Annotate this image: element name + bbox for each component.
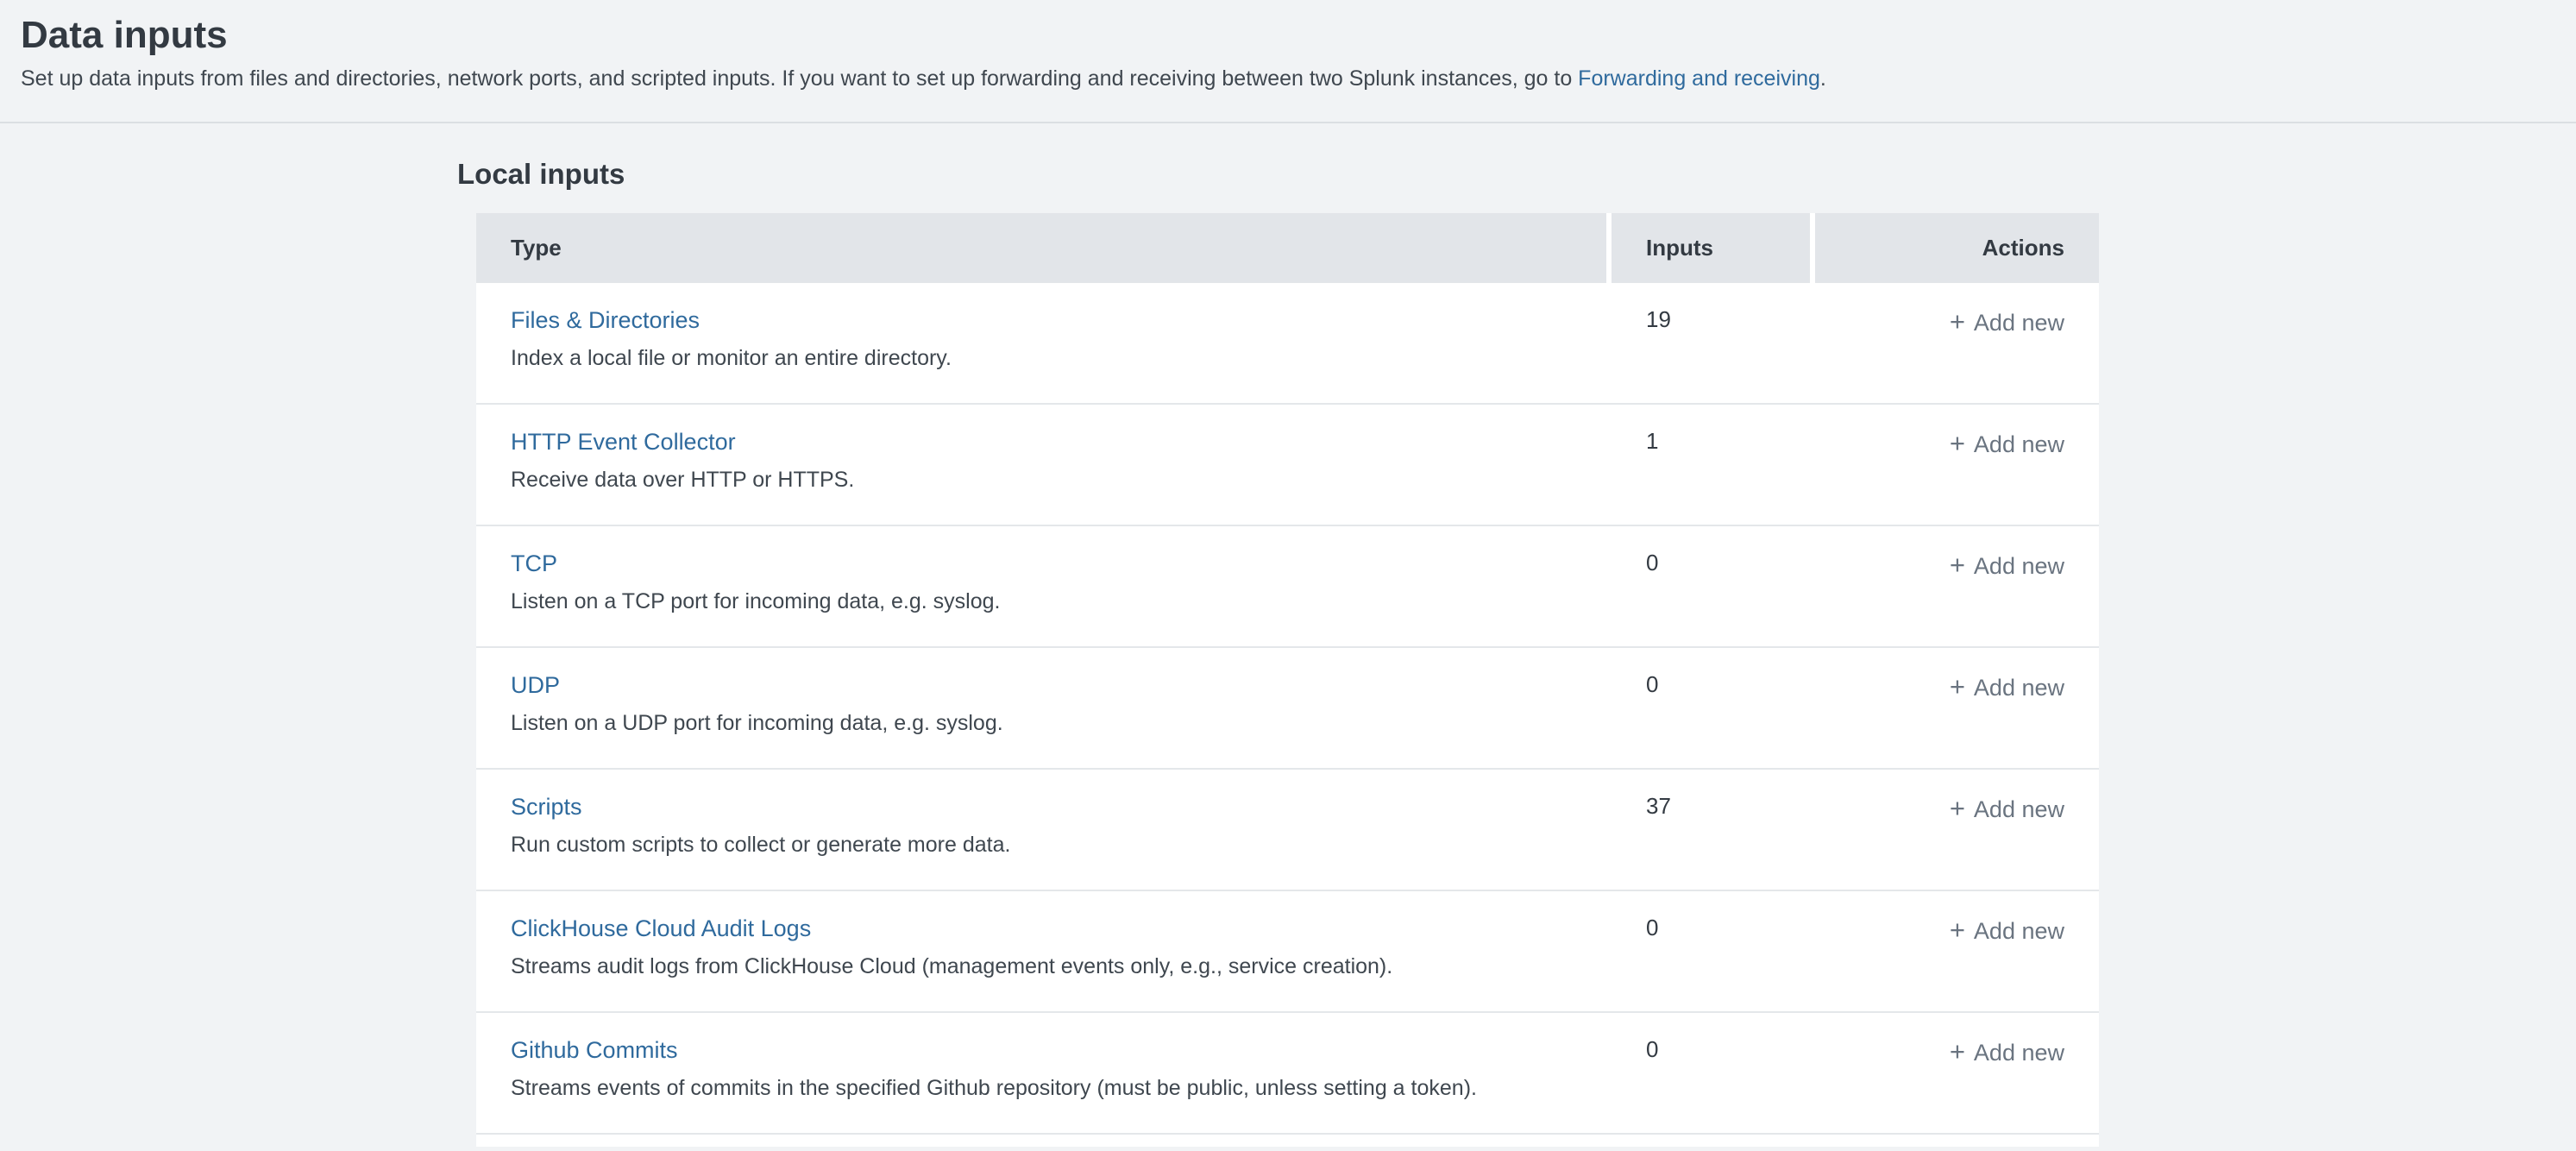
page-subtitle: Set up data inputs from files and direct… xyxy=(21,66,2555,91)
table-row: HTTP Event Collector Receive data over H… xyxy=(476,405,2099,526)
page-title: Data inputs xyxy=(21,0,2555,58)
add-new-link[interactable]: +Add new xyxy=(1950,1040,2064,1066)
type-cell: TCP Listen on a TCP port for incoming da… xyxy=(476,526,1606,648)
type-cell: Scripts Run custom scripts to collect or… xyxy=(476,770,1606,891)
plus-icon: + xyxy=(1950,671,1965,701)
table-row: Files & Directories Index a local file o… xyxy=(476,283,2099,405)
plus-icon: + xyxy=(1950,428,1965,458)
add-new-link[interactable]: + Add new xyxy=(1950,431,2064,457)
table-header: Type Inputs Actions xyxy=(476,213,2099,283)
type-cell: HTTP Event Collector Receive data over H… xyxy=(476,405,1606,526)
add-new-link[interactable]: +Add new xyxy=(1950,675,2064,701)
inputs-count: 0 xyxy=(1606,1013,1810,1135)
plus-icon: + xyxy=(1950,1036,1965,1066)
add-new-label: Add new xyxy=(1974,1040,2064,1066)
input-type-link[interactable]: Github Commits xyxy=(511,1037,678,1063)
type-cell: ClickHouse Cloud Audit Logs Streams audi… xyxy=(476,891,1606,1013)
column-header-actions: Actions xyxy=(1810,213,2099,283)
local-inputs-table: Type Inputs Actions Files & Directories … xyxy=(476,213,2099,1147)
inputs-count: 37 xyxy=(1606,770,1810,891)
add-new-link[interactable]: + Add new xyxy=(1950,918,2064,944)
table-body: Files & Directories Index a local file o… xyxy=(476,283,2099,1147)
add-new-link[interactable]: + Add new xyxy=(1950,796,2064,822)
input-type-link[interactable]: HTTP Event Collector xyxy=(511,429,736,455)
input-type-link[interactable]: ClickHouse Cloud Audit Logs xyxy=(511,915,811,941)
input-type-link[interactable]: Scripts xyxy=(511,794,582,820)
table-row: UDP Listen on a UDP port for incoming da… xyxy=(476,648,2099,770)
page-header: Data inputs Set up data inputs from file… xyxy=(0,0,2576,123)
column-header-inputs: Inputs xyxy=(1606,213,1810,283)
actions-cell: + Add new xyxy=(1810,770,2099,891)
actions-cell: + Add new xyxy=(1810,283,2099,405)
table-row: Scripts Run custom scripts to collect or… xyxy=(476,770,2099,891)
actions-cell: + Add new xyxy=(1810,526,2099,648)
table-row: Github Commits Streams events of commits… xyxy=(476,1013,2099,1135)
actions-cell: + Add new xyxy=(1810,891,2099,1013)
input-type-description: Streams audit logs from ClickHouse Cloud… xyxy=(511,953,1605,980)
subtitle-text: Set up data inputs from files and direct… xyxy=(21,66,1578,91)
plus-icon: + xyxy=(1950,793,1965,823)
input-type-link[interactable]: Files & Directories xyxy=(511,307,700,333)
input-type-description: Index a local file or monitor an entire … xyxy=(511,345,1605,372)
table-row: TCP Listen on a TCP port for incoming da… xyxy=(476,526,2099,648)
add-new-label: Add new xyxy=(1974,675,2064,701)
type-cell: Files & Directories Index a local file o… xyxy=(476,283,1606,405)
add-new-link[interactable]: + Add new xyxy=(1950,553,2064,579)
main-content: Local inputs Type Inputs Actions Files &… xyxy=(0,123,2576,1147)
add-new-label: Add new xyxy=(1974,310,2064,336)
plus-icon: + xyxy=(1950,915,1965,945)
add-new-link[interactable]: +Add new xyxy=(1950,310,2064,336)
add-new-label: Add new xyxy=(1974,431,2064,457)
actions-cell: + Add new xyxy=(1810,405,2099,526)
inputs-count: 0 xyxy=(1606,891,1810,1013)
section-heading-local-inputs: Local inputs xyxy=(457,158,2576,191)
table-row: ClickHouse Cloud Audit Logs Streams audi… xyxy=(476,891,2099,1013)
input-type-description: Receive data over HTTP or HTTPS. xyxy=(511,467,1605,494)
subtitle-text-after: . xyxy=(1820,66,1826,91)
actions-cell: + Add new xyxy=(1810,648,2099,770)
add-new-label: Add new xyxy=(1974,918,2064,944)
input-type-description: Streams events of commits in the specifi… xyxy=(511,1075,1605,1102)
input-type-description: Listen on a TCP port for incoming data, … xyxy=(511,588,1605,615)
inputs-count: 1 xyxy=(1606,405,1810,526)
actions-cell: + Add new xyxy=(1810,1013,2099,1135)
input-type-link[interactable]: TCP xyxy=(511,550,557,576)
inputs-count: 0 xyxy=(1606,526,1810,648)
type-cell: Github Commits Streams events of commits… xyxy=(476,1013,1606,1135)
table-row-partial xyxy=(476,1135,2099,1147)
column-header-type: Type xyxy=(476,213,1606,283)
inputs-count: 0 xyxy=(1606,648,1810,770)
add-new-label: Add new xyxy=(1974,796,2064,822)
forwarding-and-receiving-link[interactable]: Forwarding and receiving xyxy=(1578,66,1820,91)
plus-icon: + xyxy=(1950,550,1965,580)
type-cell: UDP Listen on a UDP port for incoming da… xyxy=(476,648,1606,770)
inputs-count: 19 xyxy=(1606,283,1810,405)
plus-icon: + xyxy=(1950,306,1965,336)
input-type-description: Listen on a UDP port for incoming data, … xyxy=(511,710,1605,737)
input-type-description: Run custom scripts to collect or generat… xyxy=(511,832,1605,859)
add-new-label: Add new xyxy=(1974,553,2064,579)
input-type-link[interactable]: UDP xyxy=(511,672,560,698)
